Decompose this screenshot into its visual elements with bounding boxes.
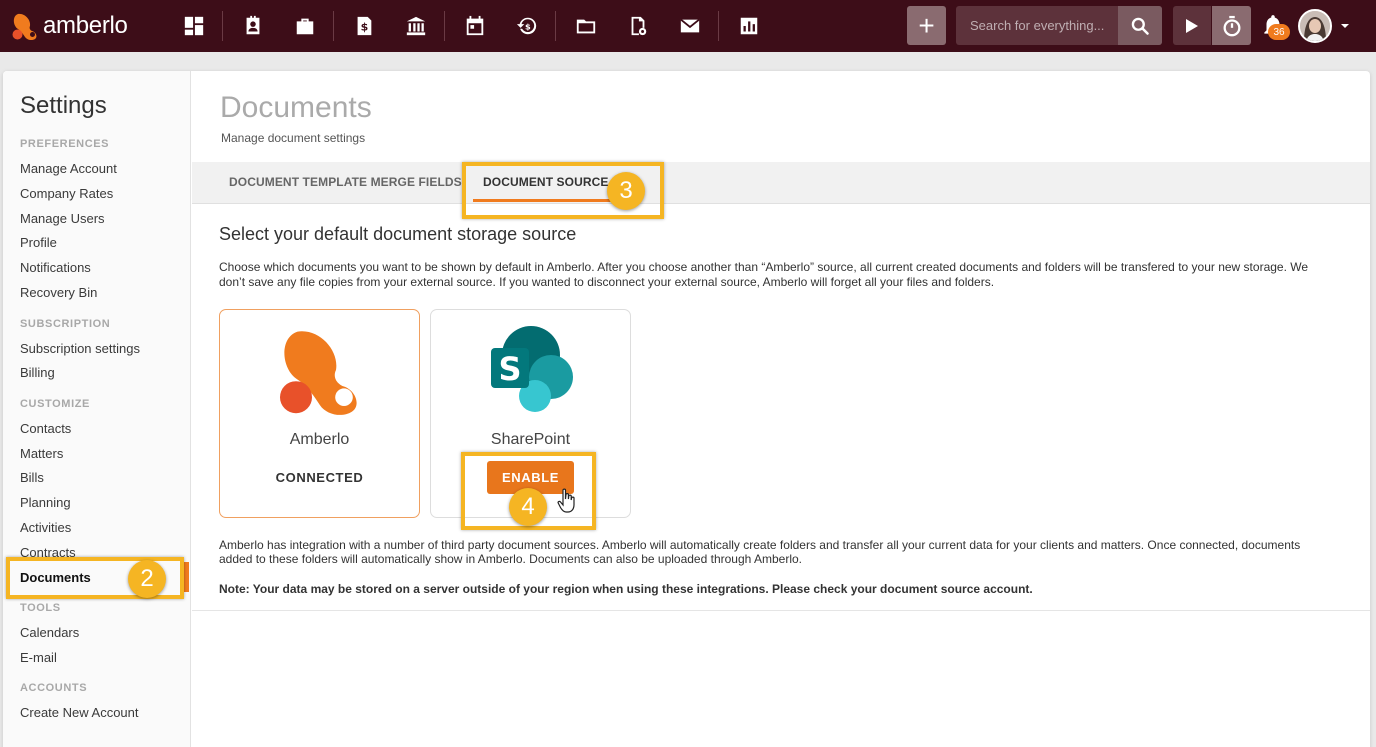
sidebar-section-preferences: PREFERENCES <box>20 138 110 150</box>
nav-divider <box>333 11 334 41</box>
step-badge-2: 2 <box>128 560 166 598</box>
sidebar-section-subscription: SUBSCRIPTION <box>20 318 111 330</box>
global-search <box>956 6 1162 45</box>
contacts-icon[interactable] <box>233 0 273 52</box>
tab-document-source[interactable]: DOCUMENT SOURCE <box>483 175 609 189</box>
sidebar-item-contracts[interactable]: Contracts <box>20 545 76 560</box>
page-title: Documents <box>220 91 372 124</box>
sidebar-item-manage-users[interactable]: Manage Users <box>20 211 105 226</box>
settings-tabs: DOCUMENT TEMPLATE MERGE FIELDS DOCUMENT … <box>192 162 1370 204</box>
reports-icon[interactable] <box>729 0 769 52</box>
sidebar-title: Settings <box>20 92 107 119</box>
dashboard-icon[interactable] <box>174 0 214 52</box>
svg-text:$: $ <box>361 21 369 34</box>
bank-icon[interactable] <box>396 0 436 52</box>
sidebar-section-tools: TOOLS <box>20 602 61 614</box>
search-input[interactable] <box>956 18 1116 33</box>
calendar-icon[interactable] <box>455 0 495 52</box>
source-name: SharePoint <box>490 431 571 448</box>
nav-divider <box>444 11 445 41</box>
sidebar-item-matters[interactable]: Matters <box>20 446 63 461</box>
folder-icon[interactable] <box>566 0 606 52</box>
sidebar-active-indicator <box>184 562 189 592</box>
sharepoint-logo-icon: S <box>490 326 573 412</box>
avatar-image <box>1300 11 1330 41</box>
sidebar-item-activities[interactable]: Activities <box>20 520 71 535</box>
document-settings-icon[interactable] <box>618 0 658 52</box>
sidebar-item-profile[interactable]: Profile <box>20 235 57 250</box>
matters-icon[interactable] <box>285 0 325 52</box>
top-navigation-bar: amberlo $ $ + Search for everything... 3… <box>0 0 1376 52</box>
stopwatch-icon <box>1223 15 1240 36</box>
plus-icon: + <box>918 9 935 41</box>
nav-divider <box>222 11 223 41</box>
sidebar-item-recovery-bin[interactable]: Recovery Bin <box>20 285 97 300</box>
start-timer-button[interactable] <box>1173 6 1211 45</box>
history-icon[interactable]: $ <box>507 0 547 52</box>
section-heading: Select your default document storage sou… <box>219 224 577 244</box>
hand-pointer-icon <box>557 488 575 513</box>
main-nav: $ $ <box>174 0 781 52</box>
amberlo-logo-icon <box>12 13 37 41</box>
bills-icon[interactable]: $ <box>344 0 384 52</box>
sidebar-item-create-new-account[interactable]: Create New Account <box>20 705 139 720</box>
sidebar-item-billing[interactable]: Billing <box>20 365 55 380</box>
settings-card: Settings PREFERENCES Manage Account Comp… <box>3 71 1370 747</box>
integration-info-text: Amberlo has integration with a number of… <box>219 538 1301 566</box>
search-icon <box>1131 17 1149 35</box>
source-card-sharepoint[interactable]: S SharePoint ENABLE <box>430 309 631 518</box>
amberlo-logo[interactable]: amberlo <box>10 11 170 41</box>
sidebar-item-email[interactable]: E-mail <box>20 650 57 665</box>
sidebar-item-manage-account[interactable]: Manage Account <box>20 161 117 176</box>
data-region-note: Note: Your data may be stored on a serve… <box>219 582 1033 596</box>
sidebar-section-customize: CUSTOMIZE <box>20 398 90 410</box>
sidebar-item-documents[interactable]: Documents <box>20 570 91 585</box>
active-tab-indicator <box>473 199 611 202</box>
stopwatch-button[interactable] <box>1212 6 1251 45</box>
source-name: Amberlo <box>289 431 350 448</box>
user-avatar[interactable] <box>1298 9 1332 43</box>
mail-icon[interactable] <box>670 0 710 52</box>
source-card-amberlo[interactable]: Amberlo CONNECTED <box>219 309 420 518</box>
sidebar-item-company-rates[interactable]: Company Rates <box>20 186 113 201</box>
nav-divider <box>718 11 719 41</box>
notification-count-badge: 36 <box>1268 24 1290 40</box>
sidebar-item-bills[interactable]: Bills <box>20 470 44 485</box>
content-divider <box>192 610 1370 611</box>
sidebar-item-planning[interactable]: Planning <box>20 495 71 510</box>
step-badge-3: 3 <box>607 172 645 210</box>
sidebar-item-notifications[interactable]: Notifications <box>20 260 91 275</box>
chevron-down-icon[interactable] <box>1340 22 1350 30</box>
step-badge-4: 4 <box>509 488 547 526</box>
svg-text:$: $ <box>525 22 531 32</box>
svg-text:S: S <box>498 350 521 388</box>
nav-divider <box>555 11 556 41</box>
play-icon <box>1186 18 1198 33</box>
sidebar-item-calendars[interactable]: Calendars <box>20 625 79 640</box>
add-new-button[interactable]: + <box>907 6 946 45</box>
amberlo-logo-icon <box>279 331 357 415</box>
sidebar-item-contacts[interactable]: Contacts <box>20 421 71 436</box>
brand-name: amberlo <box>43 12 128 39</box>
sidebar-section-accounts: ACCOUNTS <box>20 682 88 694</box>
sidebar-item-subscription-settings[interactable]: Subscription settings <box>20 341 140 356</box>
search-button[interactable] <box>1118 6 1162 45</box>
tab-document-template-merge-fields[interactable]: DOCUMENT TEMPLATE MERGE FIELDS <box>229 175 462 189</box>
page-subtitle: Manage document settings <box>221 131 366 145</box>
settings-sidebar: Settings PREFERENCES Manage Account Comp… <box>3 71 191 747</box>
source-description: Choose which documents you want to be sh… <box>219 260 1309 289</box>
connected-status: CONNECTED <box>275 470 364 485</box>
